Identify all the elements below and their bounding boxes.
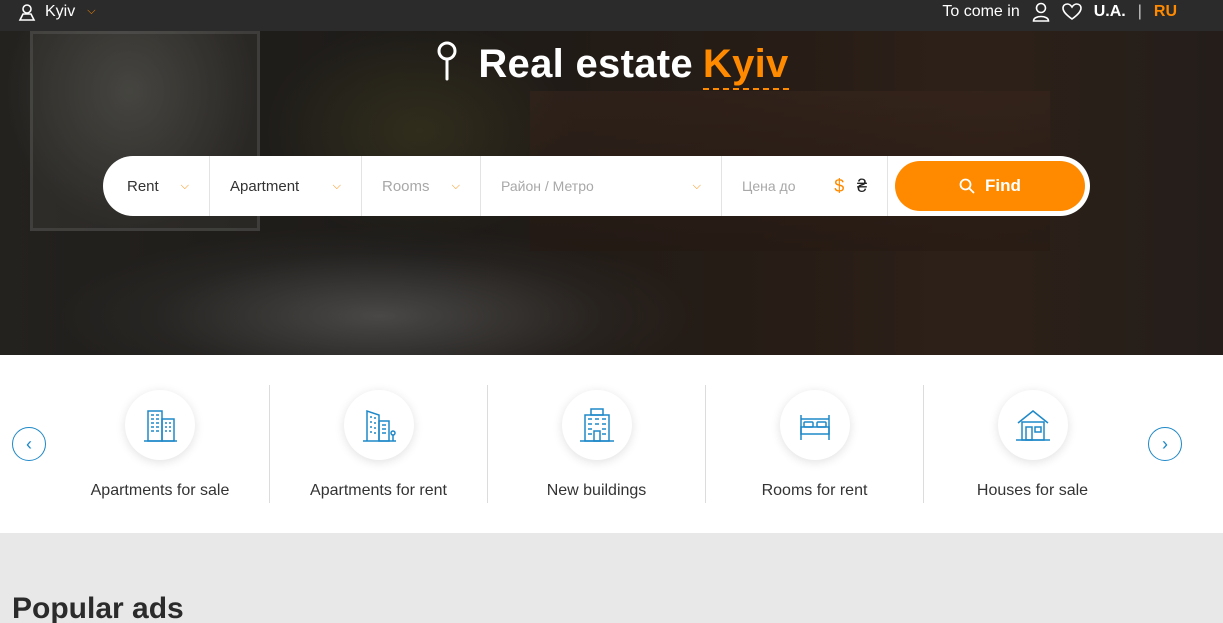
category-label: Houses for sale bbox=[976, 482, 1089, 499]
currency-uah-toggle[interactable]: ₴ bbox=[857, 176, 867, 197]
chevron-down-icon: ⌵ bbox=[87, 4, 96, 17]
new-building-icon bbox=[579, 408, 614, 442]
rooms-select[interactable]: Rooms ⌵ bbox=[362, 156, 481, 216]
city-label: Kyiv bbox=[45, 3, 76, 20]
category-apartments-for-rent[interactable]: Apartments for rent bbox=[269, 385, 487, 503]
house-icon bbox=[1015, 410, 1050, 441]
chevron-down-icon: ⌵ bbox=[332, 179, 341, 192]
category-apartments-for-sale[interactable]: Apartments for sale bbox=[51, 385, 269, 503]
chevron-down-icon: ⌵ bbox=[451, 179, 460, 192]
login-link[interactable]: To come in bbox=[942, 3, 1019, 21]
property-type-select[interactable]: Apartment ⌵ bbox=[210, 156, 362, 216]
section-title-popular-ads: Popular ads bbox=[12, 592, 184, 623]
user-icon[interactable] bbox=[1032, 2, 1050, 22]
map-pin-icon bbox=[437, 41, 457, 81]
deal-type-select[interactable]: Rent ⌵ bbox=[103, 156, 210, 216]
location-user-icon bbox=[18, 4, 36, 21]
category-carousel: ‹ Apartments for sale Apartments for ren… bbox=[0, 355, 1223, 533]
heart-icon[interactable] bbox=[1061, 3, 1082, 21]
category-houses-for-sale[interactable]: Houses for sale bbox=[923, 385, 1141, 503]
search-bar: Rent ⌵ Apartment ⌵ Rooms ⌵ Район / Метро… bbox=[103, 156, 1090, 216]
currency-usd-toggle[interactable]: $ bbox=[834, 176, 844, 197]
category-label: Rooms for rent bbox=[761, 482, 868, 499]
district-metro-select[interactable]: Район / Метро ⌵ bbox=[481, 156, 722, 216]
carousel-prev-button[interactable]: ‹ bbox=[12, 427, 46, 461]
apartment-rent-icon bbox=[362, 409, 396, 442]
page-title: Real estate Kyiv bbox=[0, 41, 1223, 90]
title-city-selector[interactable]: Kyiv bbox=[702, 42, 789, 90]
category-new-buildings[interactable]: New buildings bbox=[487, 385, 705, 503]
category-label: New buildings bbox=[546, 482, 647, 499]
chevron-down-icon: ⌵ bbox=[692, 179, 701, 192]
max-price-input[interactable]: Цена до $ ₴ bbox=[722, 156, 888, 216]
carousel-next-button[interactable]: › bbox=[1148, 427, 1182, 461]
find-button[interactable]: Find bbox=[895, 161, 1085, 211]
language-ru[interactable]: RU bbox=[1154, 3, 1177, 21]
chevron-down-icon: ⌵ bbox=[180, 179, 189, 192]
hero-banner: Real estate Kyiv Rent ⌵ Apartment ⌵ Rooms… bbox=[0, 31, 1223, 355]
category-label: Apartments for sale bbox=[90, 482, 230, 499]
bed-icon bbox=[799, 415, 830, 440]
category-rooms-for-rent[interactable]: Rooms for rent bbox=[705, 385, 923, 503]
top-bar: Kyiv ⌵ To come in U.A. | RU bbox=[0, 0, 1223, 31]
language-ua[interactable]: U.A. bbox=[1094, 3, 1126, 21]
title-prefix: Real estate bbox=[478, 42, 693, 86]
apartment-building-icon bbox=[144, 410, 177, 442]
category-label: Apartments for rent bbox=[310, 482, 447, 499]
city-selector[interactable]: Kyiv ⌵ bbox=[17, 0, 96, 24]
language-separator: | bbox=[1137, 3, 1142, 20]
search-icon bbox=[959, 178, 975, 194]
